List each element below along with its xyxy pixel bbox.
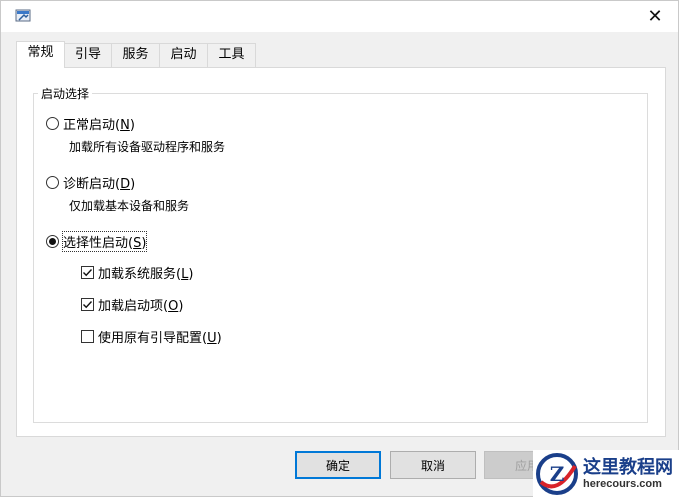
checkbox-use-original-boot-config[interactable]: 使用原有引导配置(U) xyxy=(81,327,222,346)
tab-boot[interactable]: 引导 xyxy=(64,43,112,67)
group-title: 启动选择 xyxy=(38,85,93,102)
normal-startup-description: 加载所有设备驱动程序和服务 xyxy=(69,140,226,154)
site-watermark: Z 这里教程网 herecours.com xyxy=(533,450,679,497)
check-icon xyxy=(83,301,93,309)
checkbox-label: 加载系统服务(L) xyxy=(98,267,194,282)
svg-text:Z: Z xyxy=(550,462,565,486)
msconfig-window: ✕ 常规 引导 服务 启动 工具 启动选择 正常启动(N) 加载所有设备驱动程序… xyxy=(0,0,679,497)
radio-label: 选择性启动(S) xyxy=(61,231,148,252)
checkbox-label: 使用原有引导配置(U) xyxy=(98,331,222,346)
watermark-text: 这里教程网 herecours.com xyxy=(583,458,673,490)
check-icon xyxy=(83,269,93,277)
radio-diagnostic-startup[interactable]: 诊断启动(D) xyxy=(46,173,135,192)
radio-selective-startup[interactable]: 选择性启动(S) xyxy=(46,231,148,252)
watermark-logo-icon: Z xyxy=(536,453,578,495)
radio-button-selected[interactable] xyxy=(46,235,59,248)
checkbox-label: 加载启动项(O) xyxy=(98,299,184,314)
close-icon: ✕ xyxy=(647,6,663,27)
tab-services[interactable]: 服务 xyxy=(111,43,160,67)
radio-label: 正常启动(N) xyxy=(63,118,135,133)
watermark-url: herecours.com xyxy=(583,477,662,490)
radio-label: 诊断启动(D) xyxy=(63,177,136,192)
tab-startup[interactable]: 启动 xyxy=(159,43,208,67)
msconfig-icon xyxy=(15,8,31,24)
radio-normal-startup[interactable]: 正常启动(N) xyxy=(46,114,135,133)
checkbox-load-system-services[interactable]: 加载系统服务(L) xyxy=(81,263,193,282)
tab-general[interactable]: 常规 xyxy=(16,41,65,68)
checkbox-unchecked[interactable] xyxy=(81,330,94,343)
general-tab-panel: 启动选择 正常启动(N) 加载所有设备驱动程序和服务 诊断启动(D) 仅加载基本… xyxy=(16,67,666,437)
watermark-title: 这里教程网 xyxy=(583,457,673,479)
tab-tools[interactable]: 工具 xyxy=(207,43,256,67)
checkbox-checked[interactable] xyxy=(81,266,94,279)
radio-button[interactable] xyxy=(46,117,59,130)
cancel-button[interactable]: 取消 xyxy=(390,451,476,479)
radio-button[interactable] xyxy=(46,176,59,189)
checkbox-load-startup-items[interactable]: 加载启动项(O) xyxy=(81,295,183,314)
checkbox-checked[interactable] xyxy=(81,298,94,311)
ok-button[interactable]: 确定 xyxy=(295,451,381,479)
title-bar: ✕ xyxy=(1,1,678,32)
diagnostic-startup-description: 仅加载基本设备和服务 xyxy=(69,199,190,213)
close-button[interactable]: ✕ xyxy=(632,1,678,32)
